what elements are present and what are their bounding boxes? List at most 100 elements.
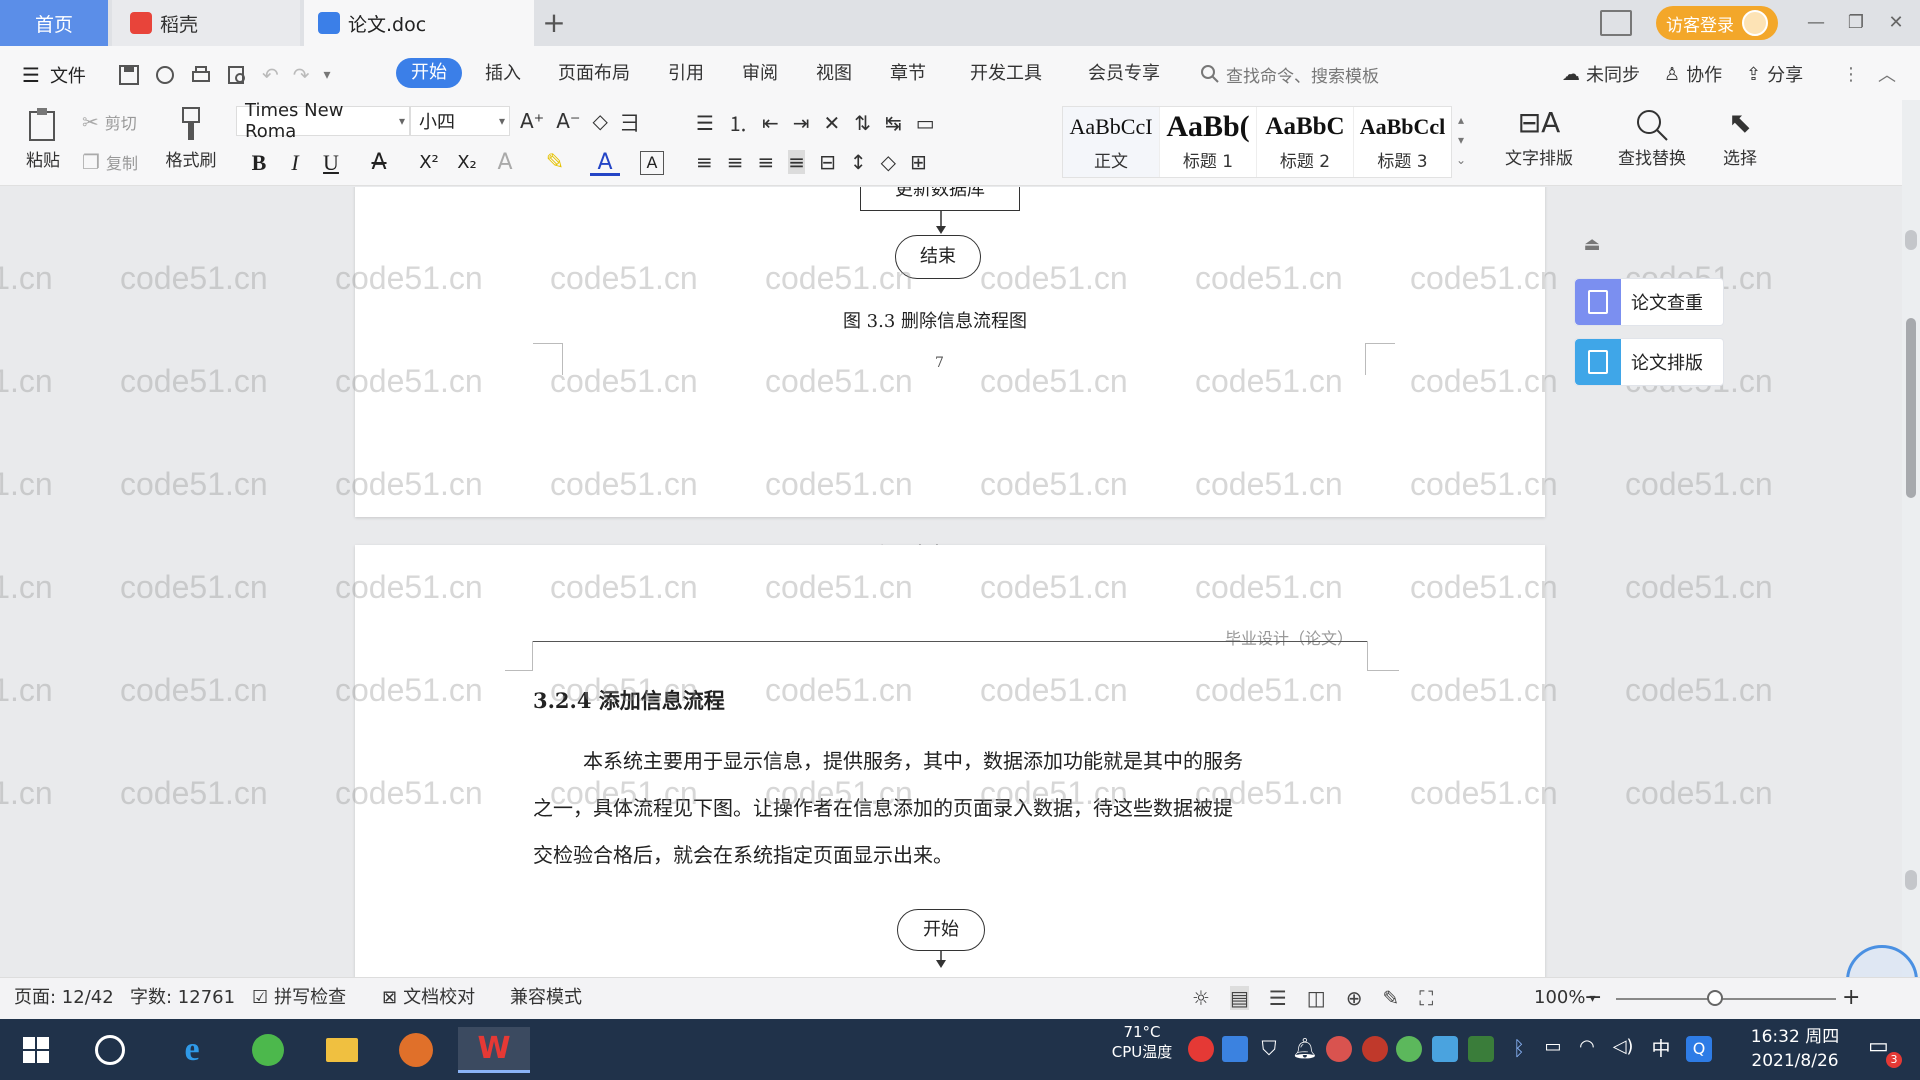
zoom-in-button[interactable]: + (1842, 986, 1860, 1010)
wps-writer-icon[interactable]: W (458, 1027, 530, 1073)
paper-format-button[interactable]: 论文排版 (1574, 338, 1724, 386)
tab-daoke[interactable]: 稻壳 (112, 0, 300, 46)
menu-references[interactable]: 引用 (668, 60, 704, 88)
paper-check-button[interactable]: 论文查重 (1574, 278, 1724, 326)
file-menu[interactable]: ☰ 文件 (22, 62, 86, 88)
cpu-temp-widget[interactable]: 71°C CPU温度 (1106, 1022, 1178, 1062)
zoom-out-button[interactable]: − (1584, 986, 1602, 1010)
export-icon[interactable] (154, 64, 176, 86)
collapse-ribbon-icon[interactable]: ︿ (1878, 60, 1896, 88)
align-center-icon[interactable]: ≡ (727, 150, 744, 174)
justify-icon[interactable]: ≡ (788, 150, 806, 174)
web-view-icon[interactable]: ⊕ (1346, 986, 1363, 1010)
ie-browser-icon[interactable]: e (166, 1027, 218, 1073)
distribute-icon[interactable]: ⊟ (819, 150, 836, 174)
text-layout-button[interactable]: ⊟A 文字排版 (1494, 106, 1584, 169)
grow-font-icon[interactable]: A⁺ (520, 109, 544, 133)
print-preview-icon[interactable] (226, 64, 248, 86)
document-page[interactable]: 毕业设计（论文） 3.2.4 添加信息流程 本系统主要用于显示信息，提供服务，其… (355, 545, 1545, 977)
scrollbar-thumb[interactable] (1906, 318, 1916, 498)
scroll-down-handle[interactable] (1905, 870, 1917, 890)
share-button[interactable]: ⇪ 分享 (1746, 60, 1803, 88)
page-indicator[interactable]: 页面: 12/42 (14, 986, 114, 1010)
zoom-slider-track[interactable] (1616, 998, 1836, 1000)
windows-start-icon[interactable] (10, 1027, 62, 1073)
tray-app-icon[interactable] (1432, 1036, 1458, 1062)
menu-review[interactable]: 审阅 (742, 60, 778, 88)
menu-chapter[interactable]: 章节 (890, 60, 926, 88)
phonetic-icon[interactable]: ⺕ (620, 107, 640, 136)
outline-view-icon[interactable]: ☰ (1269, 986, 1287, 1010)
underline-icon[interactable]: U (316, 148, 346, 178)
copy-button[interactable]: ❐ 复制 (82, 150, 138, 174)
superscript-icon[interactable]: X² (414, 148, 444, 178)
shrink-font-icon[interactable]: A⁻ (556, 109, 580, 133)
system-clock[interactable]: 16:32 周四 2021/8/26 (1740, 1025, 1850, 1073)
increase-indent-icon[interactable]: ⇥ (793, 111, 810, 135)
customize-dropdown-icon[interactable]: ▾ (324, 67, 331, 83)
paste-button[interactable]: 粘贴 (18, 106, 68, 171)
minimize-icon[interactable]: — (1798, 8, 1834, 38)
print-icon[interactable] (190, 64, 212, 86)
edit-icon[interactable]: ✎ (1382, 986, 1399, 1010)
align-right-icon[interactable]: ≡ (758, 150, 775, 174)
layout-toggle-icon[interactable] (1600, 10, 1632, 36)
tray-app-icon[interactable] (1188, 1036, 1214, 1062)
eye-protect-icon[interactable]: ☼ (1192, 986, 1210, 1010)
select-button[interactable]: ⬉ 选择 (1710, 106, 1770, 169)
app-fan-icon[interactable] (84, 1027, 136, 1073)
document-page[interactable]: 更新数据库 结束 图 3.3 删除信息流程图 7 (355, 187, 1545, 517)
menu-start[interactable]: 开始 (396, 58, 462, 88)
undo-icon[interactable]: ↶ (262, 63, 279, 87)
tab-home[interactable]: 首页 (0, 0, 108, 46)
format-painter-button[interactable]: 格式刷 (160, 106, 222, 171)
tray-gpu-icon[interactable] (1468, 1036, 1494, 1062)
text-effect-icon[interactable]: A (490, 148, 520, 178)
tray-app-icon[interactable] (1326, 1036, 1352, 1062)
bluetooth-icon[interactable]: ᛒ (1506, 1036, 1532, 1062)
page-view-icon[interactable]: ▤ (1229, 986, 1249, 1010)
file-explorer-icon[interactable] (316, 1027, 368, 1073)
style-heading-3[interactable]: AaBbCcl 标题 3 (1354, 107, 1451, 177)
close-icon[interactable]: ✕ (1878, 8, 1914, 38)
line-spacing-icon[interactable]: ↕ (850, 150, 867, 174)
volume-icon[interactable]: ◁) (1610, 1036, 1636, 1062)
menu-view[interactable]: 视图 (816, 60, 852, 88)
tray-app-icon[interactable] (1362, 1036, 1388, 1062)
tab-document[interactable]: 论文.doc (304, 0, 534, 46)
app-mask-icon[interactable] (390, 1027, 442, 1073)
more-icon[interactable]: ⋮ (1842, 60, 1860, 88)
sort-icon[interactable]: ⇅ (854, 111, 871, 135)
find-replace-button[interactable]: 查找替换 (1604, 106, 1700, 169)
chinese-layout-icon[interactable]: ✕ (823, 111, 840, 135)
tray-app-icon[interactable] (1396, 1036, 1422, 1062)
font-color-icon[interactable]: A (590, 148, 620, 176)
tray-network-tool-icon[interactable] (1222, 1036, 1248, 1062)
save-icon[interactable] (118, 64, 140, 86)
search-app-icon[interactable]: Q (1686, 1036, 1712, 1062)
char-border-icon[interactable]: A (640, 151, 664, 175)
text-direction-icon[interactable]: ↹ (885, 111, 902, 135)
scroll-up-handle[interactable] (1905, 230, 1917, 250)
shield-icon[interactable]: ⛉ (1256, 1036, 1282, 1062)
zoom-slider-knob[interactable] (1707, 990, 1723, 1006)
menu-insert[interactable]: 插入 (485, 60, 521, 88)
command-search[interactable]: 查找命令、搜索模板 (1200, 60, 1379, 88)
restore-icon[interactable]: ❐ (1838, 8, 1874, 38)
vertical-scrollbar[interactable] (1902, 100, 1920, 977)
style-normal[interactable]: AaBbCcI 正文 (1063, 107, 1160, 177)
decrease-indent-icon[interactable]: ⇤ (762, 111, 779, 135)
wifi-icon[interactable]: ◠ (1574, 1036, 1600, 1062)
italic-icon[interactable]: I (280, 148, 310, 178)
menu-member[interactable]: 会员专享 (1088, 60, 1160, 88)
numbered-list-icon[interactable]: ⒈ (728, 108, 748, 137)
word-count[interactable]: 字数: 12761 (130, 986, 235, 1010)
proofread-button[interactable]: ⊠ 文档校对 (382, 986, 475, 1010)
bell-icon[interactable]: 🔔︎ (1292, 1036, 1318, 1062)
collab-button[interactable]: ♙ 协作 (1664, 60, 1722, 88)
font-name-select[interactable]: Times New Roma ▾ (236, 100, 410, 142)
cut-button[interactable]: ✂ 剪切 (82, 110, 137, 134)
spell-check-button[interactable]: ☑ 拼写检查 (252, 986, 346, 1010)
menu-dev-tools[interactable]: 开发工具 (970, 60, 1042, 88)
style-gallery-scroll[interactable]: ▴ ▾ ⌄ (1454, 110, 1468, 170)
